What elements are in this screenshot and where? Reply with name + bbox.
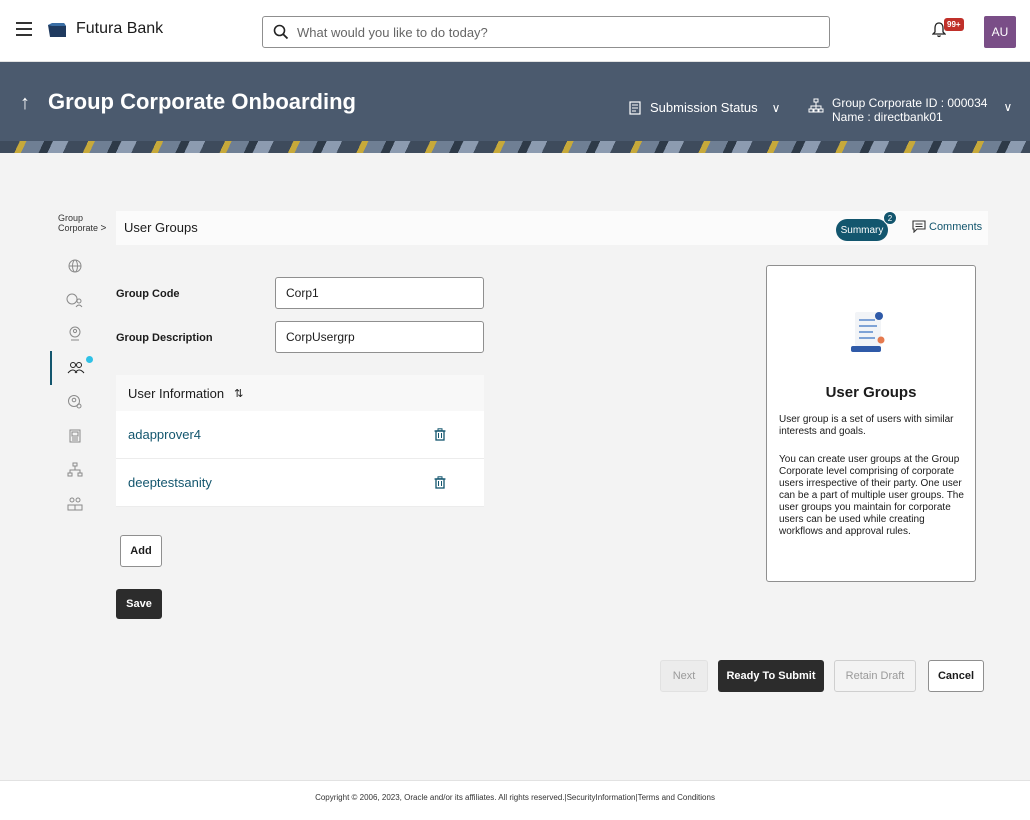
footer: Copyright © 2006, 2023, Oracle and/or it…	[0, 780, 1030, 820]
section-header: User Groups Summary 2 Comments	[116, 211, 988, 245]
user-location-icon	[69, 326, 81, 341]
step-globe[interactable]	[50, 249, 100, 283]
top-bar: Futura Bank 99+ AU	[0, 0, 1030, 62]
user-information-table: User Information ⇅ adapprover4 deeptests…	[116, 375, 484, 507]
menu-icon[interactable]	[16, 22, 32, 36]
sort-icon: ⇅	[234, 387, 244, 400]
avatar[interactable]: AU	[984, 16, 1016, 48]
breadcrumb-line2: Corporate	[58, 223, 99, 233]
page-title: Group Corporate Onboarding	[48, 89, 356, 114]
hierarchy-icon	[67, 462, 83, 477]
user-link[interactable]: adapprover4	[128, 427, 201, 442]
hierarchy-icon	[808, 98, 824, 113]
comment-icon	[912, 220, 926, 233]
breadcrumb[interactable]: Group Corporate >	[58, 213, 106, 234]
page-header-banner: ↑ Group Corporate Onboarding Submission …	[0, 62, 1030, 153]
group-description-field[interactable]	[275, 321, 484, 353]
delete-icon[interactable]	[434, 476, 446, 489]
ready-to-submit-button[interactable]: Ready To Submit	[718, 660, 824, 692]
group-code-label: Group Code	[116, 288, 180, 300]
step-hierarchy[interactable]	[50, 453, 100, 487]
retain-draft-button[interactable]: Retain Draft	[834, 660, 916, 692]
comments-label: Comments	[929, 220, 983, 233]
main-content: Group Corporate > User Groups Summary 2 …	[0, 153, 1030, 780]
step-user-groups[interactable]	[50, 351, 100, 385]
group-corporate-id: Group Corporate ID : 000034	[832, 96, 988, 110]
user-information-header[interactable]: User Information ⇅	[116, 375, 484, 411]
submission-status-dropdown[interactable]: Submission Status ∨	[628, 100, 780, 115]
table-row: deeptestsanity	[116, 459, 484, 507]
submission-status-label: Submission Status	[650, 100, 758, 115]
chevron-down-icon: ∨	[771, 100, 781, 115]
bank-logo-icon	[48, 23, 66, 37]
search-icon	[273, 24, 289, 40]
notification-badge: 99+	[944, 18, 964, 31]
cancel-button[interactable]: Cancel	[928, 660, 984, 692]
group-code-field[interactable]	[275, 277, 484, 309]
add-button[interactable]: Add	[120, 535, 162, 567]
step-puzzle-people[interactable]	[50, 487, 100, 521]
user-groups-icon	[67, 362, 85, 374]
summary-count-badge: 2	[883, 211, 897, 225]
save-button[interactable]: Save	[116, 589, 162, 619]
user-link[interactable]: deeptestsanity	[128, 475, 212, 490]
footer-copyright: Copyright © 2006, 2023, Oracle and/or it…	[315, 793, 715, 802]
comments-link[interactable]: Comments	[912, 220, 982, 233]
section-title: User Groups	[124, 220, 198, 235]
next-button[interactable]: Next	[660, 660, 708, 692]
active-step-dot	[86, 356, 93, 363]
delete-icon[interactable]	[434, 428, 446, 441]
help-paragraph-2: You can create user groups at the Group …	[779, 454, 964, 537]
user-information-header-label: User Information	[128, 385, 225, 401]
summary-button[interactable]: Summary	[836, 219, 888, 241]
chevron-down-icon: ∨	[1003, 100, 1013, 114]
documents-icon	[69, 429, 81, 443]
group-description-label: Group Description	[116, 332, 213, 344]
user-key-icon	[68, 395, 82, 409]
breadcrumb-separator: >	[100, 223, 107, 234]
puzzle-people-icon	[67, 497, 83, 511]
table-row: adapprover4	[116, 411, 484, 459]
document-icon	[629, 100, 641, 115]
help-title: User Groups	[825, 384, 917, 401]
step-documents[interactable]	[50, 419, 100, 453]
user-groups-illustration-icon	[851, 312, 885, 352]
step-user-key[interactable]	[50, 385, 100, 419]
step-global-people[interactable]	[50, 283, 100, 317]
search-bar[interactable]	[262, 16, 830, 48]
back-arrow-icon[interactable]: ↑	[20, 92, 30, 115]
step-user-location[interactable]	[50, 317, 100, 351]
help-paragraph-1: User group is a set of users with simila…	[779, 414, 954, 437]
global-people-icon	[66, 293, 83, 308]
help-panel: User Groups User group is a set of users…	[766, 265, 976, 582]
banner-decoration	[0, 141, 1030, 153]
breadcrumb-line1: Group	[58, 213, 84, 223]
group-corporate-selector[interactable]: Group Corporate ID : 000034 Name : direc…	[808, 96, 1012, 124]
search-input[interactable]	[297, 22, 817, 42]
step-navigation	[50, 249, 100, 521]
group-corporate-name: Name : directbank01	[832, 110, 943, 124]
globe-icon	[68, 259, 82, 273]
brand-name: Futura Bank	[76, 20, 164, 37]
